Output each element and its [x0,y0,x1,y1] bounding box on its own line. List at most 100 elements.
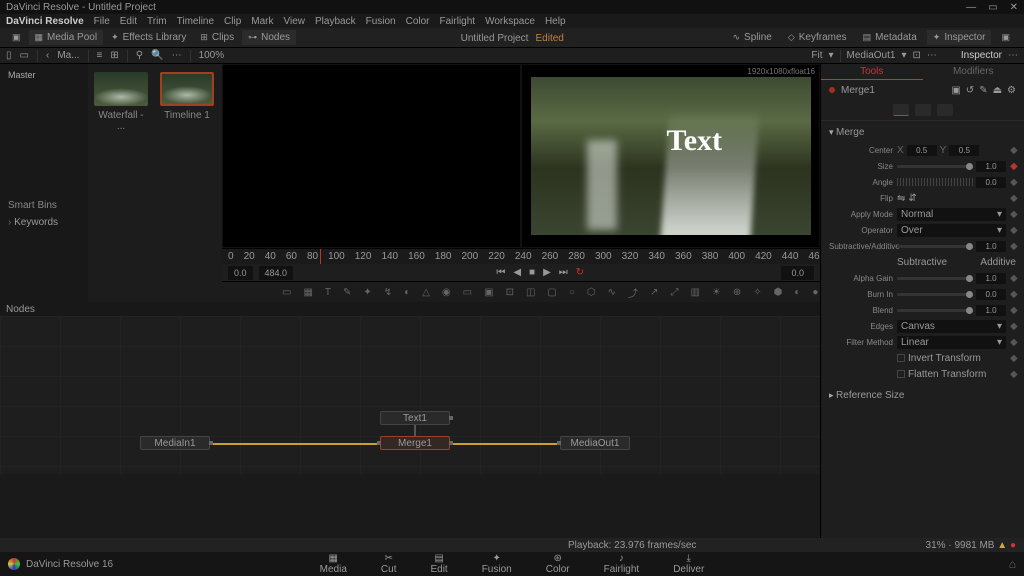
tool-icon[interactable]: ○ [569,286,575,298]
tool-icon[interactable]: ▭ [463,286,472,298]
panel-toggle-icon[interactable]: ▣ [6,30,27,45]
page-media[interactable]: ▦Media [320,553,347,575]
blend-slider[interactable] [897,309,973,312]
zoom-level[interactable]: 100% [199,50,225,61]
minimize-icon[interactable]: — [966,2,976,13]
layout-b-icon[interactable]: ▭ [20,50,29,61]
tool-icon[interactable]: ● [812,286,818,298]
grid-view-icon[interactable]: ⊞ [110,50,118,61]
clip-thumbnail[interactable]: Waterfall - ... [94,72,148,132]
nodes-tab[interactable]: ⊶ Nodes [242,30,296,45]
tool-icon[interactable]: ⬡ [587,286,596,298]
invert-checkbox[interactable] [897,354,905,362]
menu-workspace[interactable]: Workspace [485,16,535,27]
angle-dial[interactable] [897,178,973,186]
menu-timeline[interactable]: Timeline [177,16,214,27]
list-view-icon[interactable]: ≡ [97,50,103,61]
tool-icon[interactable]: ◐ [404,286,410,298]
time-ruler[interactable]: 0204060801001201401601802002202402602803… [222,248,820,264]
tool-icon[interactable]: ▥ [690,286,699,298]
menu-playback[interactable]: Playback [315,16,356,27]
node-enable-icon[interactable] [829,87,835,93]
timecode-start[interactable]: 0.0 [228,266,253,280]
first-frame-icon[interactable]: ⏮ [496,267,505,278]
tool-icon[interactable]: ↗ [650,286,658,298]
tool-icon[interactable]: ⤢ [670,286,678,298]
last-frame-icon[interactable]: ⏭ [559,267,568,278]
master-tab[interactable]: Ma... [57,50,79,61]
tab-tools[interactable]: Tools [821,64,923,80]
flip-h-icon[interactable]: ⇋ [897,193,905,204]
alpha-gain-slider[interactable] [897,277,973,280]
maximize-icon[interactable]: ▭ [988,2,997,13]
app-name[interactable]: DaVinci Resolve [6,16,84,27]
chevron-left-icon[interactable]: ‹ [46,50,49,61]
inspector-tab[interactable]: ✦ Inspector [927,30,992,45]
menu-trim[interactable]: Trim [147,16,167,27]
fit-dropdown[interactable]: Fit [811,50,822,61]
tool-icon[interactable]: ▦ [303,286,312,298]
page-fairlight[interactable]: ♪Fairlight [604,553,640,575]
subadd-field[interactable]: 1.0 [976,241,1006,252]
burn-in-slider[interactable] [897,293,973,296]
effects-library-tab[interactable]: ✦ Effects Library [105,30,192,45]
bin-master[interactable]: Master [8,70,80,80]
viewer-output[interactable]: MediaOut1 [847,50,896,61]
menu-clip[interactable]: Clip [224,16,241,27]
prev-frame-icon[interactable]: ◀ [513,267,521,278]
page-color[interactable]: ⊛Color [546,553,570,575]
flip-v-icon[interactable]: ⇵ [908,193,916,204]
timecode-end[interactable]: 484.0 [259,266,294,280]
stop-icon[interactable]: ■ [529,267,535,278]
close-icon[interactable]: ✕ [1010,2,1018,13]
flatten-checkbox[interactable] [897,370,905,378]
insp-subtab-icon[interactable] [915,104,931,116]
blend-field[interactable]: 1.0 [976,305,1006,316]
menu-fusion[interactable]: Fusion [366,16,396,27]
tool-icon[interactable]: ✧ [753,286,761,298]
page-cut[interactable]: ✂Cut [381,553,397,575]
panel-toggle-right-icon[interactable]: ▣ [995,30,1016,45]
home-icon[interactable]: ⌂ [1009,557,1016,571]
menu-view[interactable]: View [284,16,306,27]
viewer-more-icon[interactable]: ⋯ [927,50,937,61]
tool-icon[interactable]: ▢ [547,286,556,298]
tool-icon[interactable]: ↯ [384,286,392,298]
tool-icon[interactable]: ☀ [712,286,721,298]
play-icon[interactable]: ▶ [543,267,551,278]
angle-field[interactable]: 0.0 [976,177,1006,188]
subadd-slider[interactable] [897,245,973,248]
center-y-field[interactable]: 0.5 [949,145,979,156]
search-icon[interactable]: 🔍 [151,50,163,61]
filter-icon[interactable]: ⚲ [136,50,143,61]
alpha-gain-field[interactable]: 1.0 [976,273,1006,284]
tool-icon[interactable]: ∿ [608,286,616,298]
spline-tab[interactable]: ∿ Spline [726,30,777,45]
tool-icon[interactable]: ▣ [484,286,493,298]
menu-fairlight[interactable]: Fairlight [440,16,476,27]
text-tool-icon[interactable]: T [325,286,331,298]
size-slider[interactable] [897,165,973,168]
playhead-icon[interactable] [320,249,321,264]
tool-icon[interactable]: ◐ [794,286,800,298]
menu-color[interactable]: Color [406,16,430,27]
tool-icon[interactable]: ▭ [282,286,291,298]
size-field[interactable]: 1.0 [976,161,1006,172]
brush-tool-icon[interactable]: ✎ [343,286,351,298]
smart-bin-keywords[interactable]: Keywords [14,217,58,228]
insp-subtab-icon[interactable] [937,104,953,116]
loop-icon[interactable]: ↻ [576,267,584,278]
edges-select[interactable]: Canvas▾ [897,320,1006,333]
insp-lock2-icon[interactable]: ⏏ [993,85,1002,96]
node-mediain[interactable]: MediaIn1 [140,436,210,450]
insp-lock-icon[interactable]: ↺ [966,85,974,96]
metadata-tab[interactable]: ▤ Metadata [857,30,923,45]
center-x-field[interactable]: 0.5 [907,145,937,156]
menu-edit[interactable]: Edit [120,16,137,27]
viewer-left[interactable] [223,65,520,247]
tool-icon[interactable]: ⤴ [628,286,638,298]
page-edit[interactable]: ▤Edit [430,553,447,575]
media-pool-tab[interactable]: ▦ Media Pool [29,30,104,45]
options-icon[interactable]: ⋯ [172,50,182,61]
tool-icon[interactable]: ⬢ [774,286,783,298]
